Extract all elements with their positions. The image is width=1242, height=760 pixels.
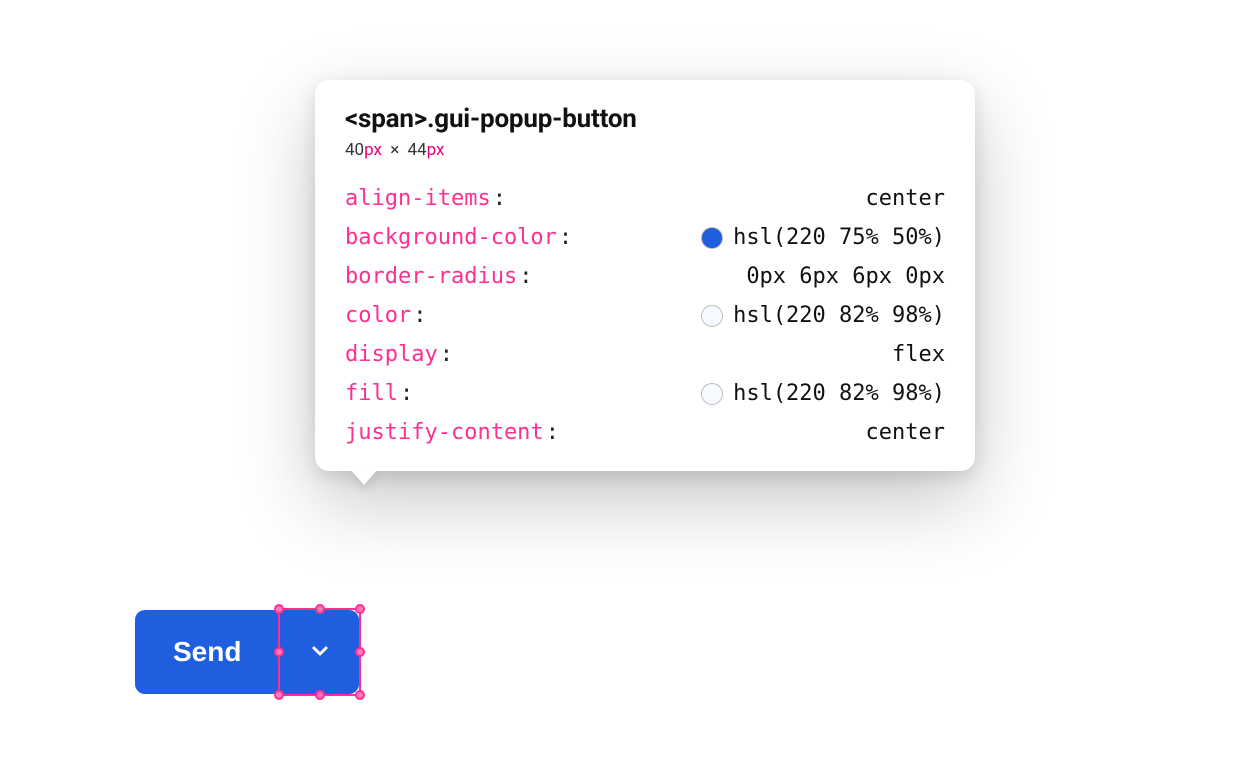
selection-handle[interactable] — [315, 690, 325, 700]
css-prop-name: color — [345, 303, 426, 328]
stage: <span>.gui-popup-button 40px × 44px alig… — [135, 80, 1095, 720]
css-prop-value: center — [866, 420, 945, 445]
css-prop-name: justify-content — [345, 420, 559, 445]
css-property-row: border-radius 0px 6px 6px 0px — [345, 264, 945, 289]
css-prop-name: display — [345, 342, 453, 367]
selector-tag: <span> — [345, 104, 427, 134]
css-inspector-tooltip: <span>.gui-popup-button 40px × 44px alig… — [315, 80, 975, 471]
selection-handle[interactable] — [355, 647, 365, 657]
color-swatch-icon — [701, 383, 723, 405]
css-property-row: color hsl(220 82% 98%) — [345, 303, 945, 328]
css-property-row: display flex — [345, 342, 945, 367]
css-prop-value: hsl(220 82% 98%) — [701, 303, 945, 328]
send-button[interactable]: Send — [135, 610, 279, 694]
css-prop-name: align-items — [345, 186, 506, 211]
selection-handle[interactable] — [315, 604, 325, 614]
css-property-row: background-color hsl(220 75% 50%) — [345, 225, 945, 250]
dim-width-value: 40 — [345, 140, 364, 160]
color-swatch-icon — [701, 305, 723, 327]
css-prop-value: hsl(220 82% 98%) — [701, 381, 945, 406]
css-property-row: fill hsl(220 82% 98%) — [345, 381, 945, 406]
tooltip-selector: <span>.gui-popup-button — [345, 104, 945, 134]
chevron-down-icon — [308, 639, 332, 666]
send-popup-button[interactable] — [279, 610, 359, 694]
selection-handle[interactable] — [355, 604, 365, 614]
css-prop-value: center — [866, 186, 945, 211]
css-prop-value: 0px 6px 6px 0px — [746, 264, 945, 289]
css-properties-list: align-items center background-color hsl(… — [345, 186, 945, 445]
css-prop-value: flex — [892, 342, 945, 367]
send-button-label: Send — [173, 636, 241, 668]
dim-height-value: 44 — [407, 140, 426, 160]
color-swatch-icon — [701, 227, 723, 249]
css-prop-name: background-color — [345, 225, 572, 250]
tooltip-dimensions: 40px × 44px — [345, 140, 945, 160]
selection-handle[interactable] — [355, 690, 365, 700]
css-prop-name: fill — [345, 381, 413, 406]
css-prop-value: hsl(220 75% 50%) — [701, 225, 945, 250]
send-split-button: Send — [135, 610, 359, 694]
selector-class: .gui-popup-button — [427, 104, 637, 134]
dim-height-unit: px — [427, 140, 445, 160]
dim-times: × — [386, 140, 403, 160]
css-property-row: justify-content center — [345, 420, 945, 445]
dim-width-unit: px — [364, 140, 382, 160]
css-prop-name: border-radius — [345, 264, 532, 289]
css-property-row: align-items center — [345, 186, 945, 211]
